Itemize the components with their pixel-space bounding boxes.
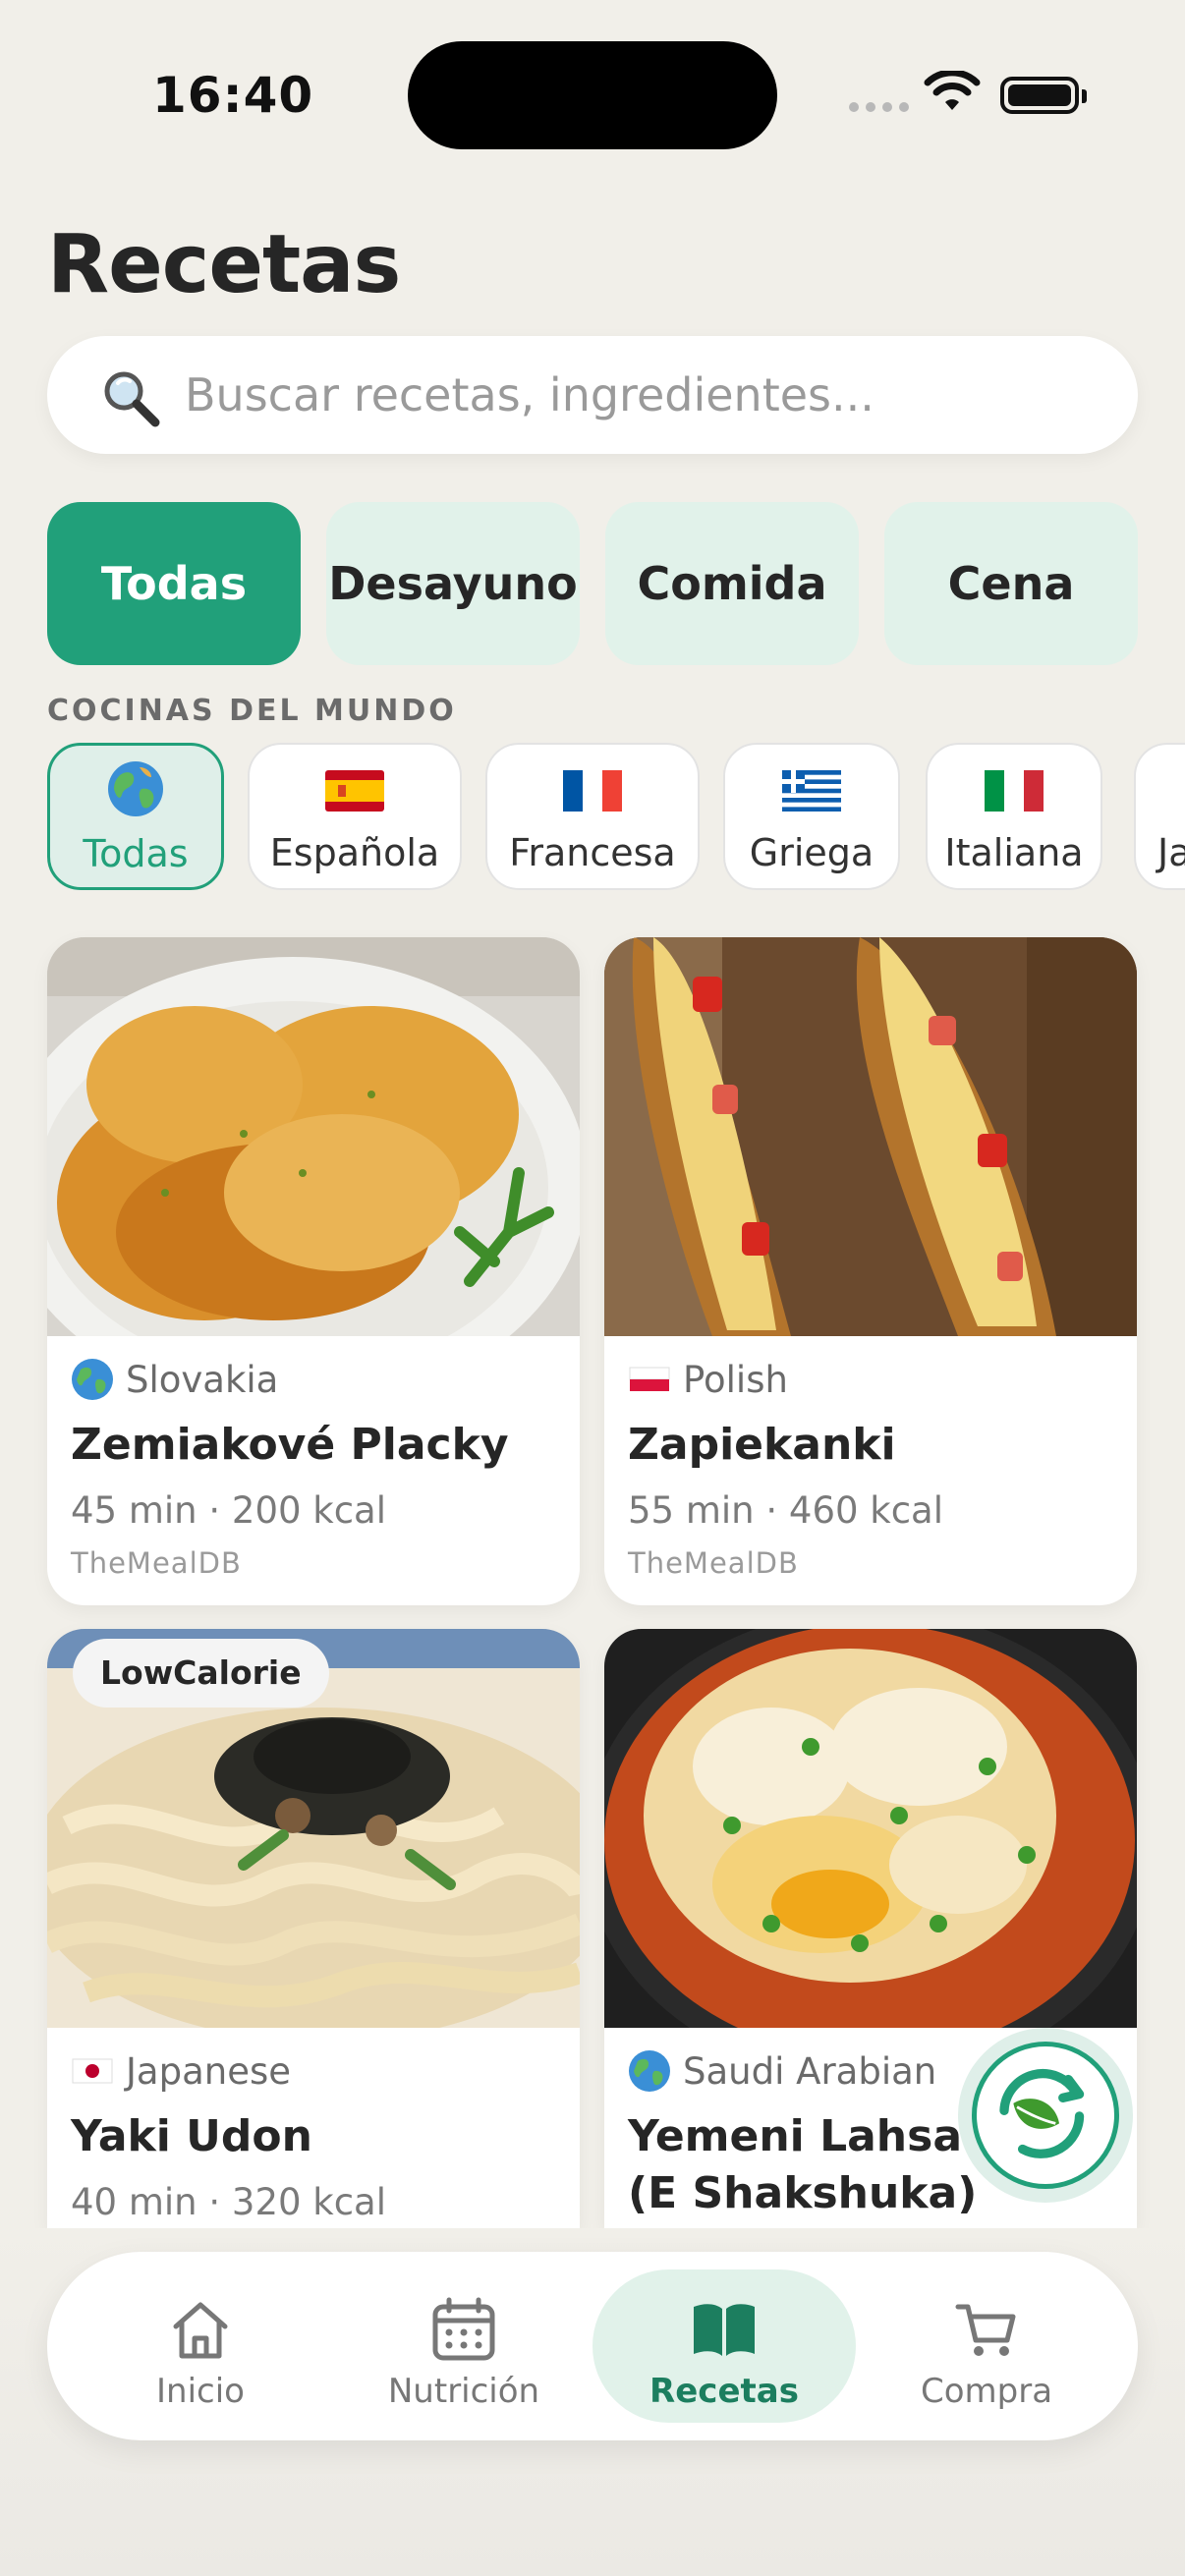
cuisine-chip-label: Griega — [749, 831, 875, 874]
poland-flag-icon — [629, 1367, 670, 1391]
wifi-icon — [924, 71, 981, 110]
globe-icon — [72, 1359, 113, 1400]
cuisine-chip-espanola[interactable]: Española — [248, 743, 462, 890]
italy-flag-icon — [985, 770, 1044, 812]
recipe-origin: Polish — [628, 1358, 788, 1401]
recipe-name: Yaki Udon — [71, 2111, 312, 2161]
book-icon — [694, 2304, 755, 2356]
recipe-origin-label: Polish — [683, 1358, 788, 1401]
recipe-photo — [604, 1629, 1137, 2028]
recipe-source: TheMealDB — [628, 1546, 799, 1580]
dynamic-island — [408, 41, 777, 149]
recipe-card[interactable]: Slovakia Zemiakové Placky 45 min · 200 k… — [47, 937, 580, 1605]
page-title: Recetas — [47, 218, 401, 311]
nav-inicio[interactable]: Inicio — [69, 2269, 332, 2423]
tab-todas[interactable]: Todas — [47, 502, 301, 665]
japan-flag-icon — [72, 2058, 113, 2084]
recipe-name: Zemiakové Placky — [71, 1420, 509, 1470]
recipe-source: TheMealDB — [71, 1546, 242, 1580]
meal-type-tabs: Todas Desayuno Comida Cena — [47, 502, 1138, 665]
search-bar[interactable] — [47, 336, 1138, 454]
greece-flag-icon — [782, 770, 841, 812]
nav-label: Nutrición — [387, 2372, 540, 2411]
recipe-card[interactable]: LowCalorie Japanese Yaki Udon 40 min · 3… — [47, 1629, 580, 2228]
nav-label: Compra — [920, 2372, 1053, 2411]
globe-icon — [629, 2050, 670, 2092]
tab-desayuno[interactable]: Desayuno — [326, 502, 580, 665]
spain-flag-icon — [325, 770, 384, 812]
recipe-origin-label: Saudi Arabian — [683, 2049, 937, 2093]
recipe-origin-label: Slovakia — [126, 1358, 279, 1401]
cuisine-chip-label: Española — [269, 831, 440, 874]
cuisines-section-label: COCINAS DEL MUNDO — [47, 694, 457, 728]
recipe-photo — [47, 937, 580, 1336]
leaf-refresh-icon — [999, 2068, 1085, 2158]
cuisine-chip-label: Francesa — [509, 831, 676, 874]
search-icon — [104, 371, 160, 427]
nav-compra[interactable]: Compra — [855, 2269, 1118, 2423]
bottom-navigation: Inicio Nutrición Recetas Compra — [47, 2252, 1138, 2440]
status-bar: 16:40 — [0, 0, 1185, 187]
recipe-photo — [604, 937, 1137, 1336]
tab-cena[interactable]: Cena — [884, 502, 1138, 665]
low-calorie-tag: LowCalorie — [73, 1639, 329, 1708]
search-input[interactable] — [185, 336, 1108, 454]
cart-icon — [955, 2304, 1016, 2356]
recipe-name: Zapiekanki — [628, 1420, 896, 1470]
recipe-origin: Slovakia — [71, 1358, 278, 1401]
cuisine-chip-japonesa[interactable]: Ja — [1134, 743, 1185, 890]
cuisine-chip-francesa[interactable]: Francesa — [485, 743, 700, 890]
cuisine-chip-todas[interactable]: Todas — [47, 743, 224, 890]
cuisine-chip-label: Todas — [83, 832, 189, 875]
cellular-signal-icon — [849, 102, 909, 112]
status-time: 16:40 — [152, 67, 314, 124]
cuisine-chip-label: Italiana — [944, 831, 1084, 874]
cuisine-chip-italiana[interactable]: Italiana — [926, 743, 1102, 890]
nav-recetas[interactable]: Recetas — [592, 2269, 856, 2423]
recipe-name: Yemeni Lahsa (E Shakshuka) — [628, 2111, 978, 2218]
tab-comida[interactable]: Comida — [605, 502, 859, 665]
globe-icon — [108, 761, 163, 816]
recipe-meta: 55 min · 460 kcal — [628, 1489, 944, 1532]
recipe-origin: Japanese — [71, 2049, 291, 2093]
nav-label: Inicio — [156, 2372, 245, 2411]
battery-icon — [1000, 77, 1087, 114]
recipe-meta: 40 min · 320 kcal — [71, 2181, 387, 2223]
recipe-origin-label: Japanese — [126, 2049, 291, 2093]
recipe-origin: Saudi Arabian — [628, 2049, 936, 2093]
cuisine-chip-griega[interactable]: Griega — [723, 743, 900, 890]
calendar-icon — [432, 2297, 495, 2361]
recipe-meta: 45 min · 200 kcal — [71, 1489, 387, 1532]
nav-label: Recetas — [649, 2372, 799, 2411]
fab-leaf-refresh-button[interactable] — [958, 2028, 1133, 2203]
nav-nutricion[interactable]: Nutrición — [332, 2269, 595, 2423]
cuisine-filter-list: Todas Española Francesa Griega Italiana … — [47, 743, 1185, 890]
recipe-card[interactable]: Polish Zapiekanki 55 min · 460 kcal TheM… — [604, 937, 1137, 1605]
france-flag-icon — [563, 770, 622, 812]
cuisine-chip-label: Ja — [1157, 831, 1185, 874]
home-icon — [173, 2302, 228, 2359]
